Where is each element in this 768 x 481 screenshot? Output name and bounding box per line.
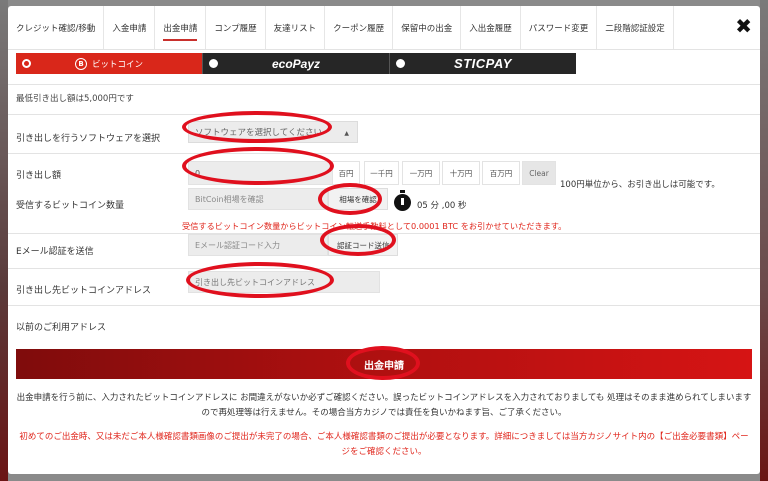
payment-label: STICPAY: [454, 56, 512, 71]
tab-label: 入出金履歴: [469, 23, 512, 34]
amount-input[interactable]: 0: [188, 161, 336, 185]
btc-address-placeholder: 引き出し先ビットコインアドレス: [195, 277, 315, 287]
tab-label: 出金申請: [163, 23, 198, 34]
amount-clear-button[interactable]: Clear: [522, 161, 556, 185]
software-select[interactable]: ソフトウェアを選択してください ▲: [188, 121, 358, 143]
btc-fee-warning: 受信するビットコイン数量からビットコイン転送手数料として0.0001 BTC を…: [182, 221, 567, 231]
tab-label: 保留中の出金: [401, 23, 453, 34]
btc-amount-placeholder: BitCoin相場を確認: [195, 194, 264, 204]
divider: [8, 153, 760, 154]
amount-1000-button[interactable]: 一千円: [364, 161, 399, 185]
btc-address-input[interactable]: 引き出し先ビットコインアドレス: [188, 271, 380, 293]
amount-label: 引き出し額: [16, 171, 62, 181]
button-label: 相場を確認: [339, 194, 377, 204]
payment-ecopayz[interactable]: ecoPayz: [202, 53, 389, 74]
button-label: 百円: [338, 168, 354, 178]
check-rate-button[interactable]: 相場を確認: [328, 188, 388, 210]
tab-credit[interactable]: クレジット確認/移動: [8, 6, 105, 49]
tab-pending-withdrawal[interactable]: 保留中の出金: [393, 6, 462, 49]
divider: [8, 268, 760, 269]
tab-comp-history[interactable]: コンプ履歴: [206, 6, 266, 49]
tab-label: クレジット確認/移動: [16, 23, 96, 34]
tab-label: 二段階認証設定: [605, 23, 665, 34]
tab-deposit[interactable]: 入金申請: [104, 6, 156, 49]
email-code-input[interactable]: Eメール認証コード入力: [188, 234, 328, 256]
bitcoin-icon: B: [74, 57, 87, 70]
address-label: 引き出し先ビットコインアドレス: [16, 286, 152, 296]
close-icon[interactable]: ✖: [735, 16, 752, 36]
tab-label: 入金申請: [112, 23, 147, 34]
payment-method-selector: B ビットコイン ecoPayz STICPAY: [16, 53, 576, 74]
button-label: 出金申請: [364, 360, 404, 372]
btc-amount-input[interactable]: BitCoin相場を確認: [188, 188, 328, 210]
button-label: 百万円: [489, 168, 513, 178]
divider: [8, 84, 760, 85]
button-label: 一万円: [409, 168, 433, 178]
tab-two-factor[interactable]: 二段階認証設定: [597, 6, 674, 49]
btc-amount-label: 受信するビットコイン数量: [16, 201, 125, 211]
tab-password[interactable]: パスワード変更: [521, 6, 598, 49]
previous-address-label: 以前のご利用アドレス: [16, 323, 107, 333]
minimum-withdrawal-note: 最低引き出し額は5,000円です: [16, 94, 134, 104]
document-notice: 初めてのご出金時、又は未だご本人様確認書類画像のご提出が未完了の場合、ご本人様確…: [19, 432, 749, 457]
radio-icon: [396, 59, 405, 68]
amount-1000000-button[interactable]: 百万円: [482, 161, 520, 185]
withdraw-submit-button[interactable]: 出金申請: [16, 349, 752, 379]
tab-friends[interactable]: 友達リスト: [266, 6, 326, 49]
amount-value: 0: [195, 168, 201, 178]
amount-100000-button[interactable]: 十万円: [442, 161, 480, 185]
background-left: [0, 0, 8, 481]
payment-bitcoin[interactable]: B ビットコイン: [16, 53, 202, 74]
timer-minutes: 05: [417, 201, 428, 211]
button-label: Clear: [529, 168, 549, 178]
tab-withdrawal[interactable]: 出金申請: [155, 6, 207, 49]
payment-label: ecoPayz: [271, 56, 321, 71]
tab-label: コンプ履歴: [214, 23, 257, 34]
radio-icon: [209, 59, 218, 68]
divider: [8, 114, 760, 115]
address-notice: 出金申請を行う前に、入力されたビットコインアドレスに お間違えがないか必ずご確認…: [16, 393, 752, 418]
background-right: [760, 0, 768, 481]
caret-up-icon: ▲: [344, 130, 349, 137]
amount-10000-button[interactable]: 一万円: [402, 161, 440, 185]
button-label: 認証コード送信: [337, 240, 390, 250]
tab-transaction-history[interactable]: 入出金履歴: [461, 6, 521, 49]
payment-sticpay[interactable]: STICPAY: [389, 53, 576, 74]
withdrawal-modal: クレジット確認/移動 入金申請 出金申請 コンプ履歴 友達リスト クーポン履歴 …: [8, 6, 760, 474]
tab-coupon-history[interactable]: クーポン履歴: [325, 6, 394, 49]
payment-label: ビットコイン: [91, 59, 143, 70]
tab-label: パスワード変更: [528, 23, 589, 34]
tab-bar: クレジット確認/移動 入金申請 出金申請 コンプ履歴 友達リスト クーポン履歴 …: [8, 6, 760, 50]
software-label: 引き出しを行うソフトウェアを選択: [16, 134, 161, 144]
radio-selected-icon: [22, 59, 31, 68]
amount-unit-note: 100円単位から、お引き出しは可能です。: [560, 180, 720, 190]
tab-label: クーポン履歴: [333, 23, 385, 34]
button-label: 一千円: [370, 168, 393, 178]
email-label: Eメール認証を送信: [16, 247, 94, 257]
button-label: 十万円: [449, 168, 473, 178]
timer-minutes-unit: 分: [430, 201, 440, 211]
tab-label: 友達リスト: [273, 23, 317, 34]
amount-100-button[interactable]: 百円: [332, 161, 360, 185]
countdown-timer: 05 分 ,00 秒: [417, 199, 467, 211]
timer-seconds-unit: 秒: [457, 201, 467, 211]
timer-seconds: ,00: [441, 201, 456, 211]
stopwatch-icon: [394, 190, 411, 211]
email-code-placeholder: Eメール認証コード入力: [195, 240, 281, 250]
software-select-placeholder: ソフトウェアを選択してください: [195, 128, 322, 138]
send-code-button[interactable]: 認証コード送信: [328, 234, 398, 256]
divider: [8, 305, 760, 306]
